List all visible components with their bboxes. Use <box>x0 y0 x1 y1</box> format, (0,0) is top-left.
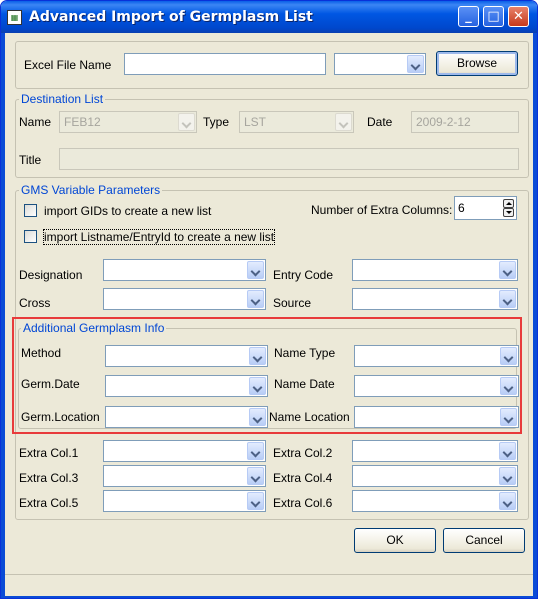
title-input <box>59 148 519 170</box>
chevron-down-icon[interactable] <box>247 492 264 510</box>
chevron-down-icon[interactable] <box>499 467 516 485</box>
list-name-value: FEB12 <box>64 115 101 129</box>
designation-label: Designation <box>19 268 83 282</box>
status-bar <box>5 574 533 596</box>
ok-button[interactable]: OK <box>354 528 436 553</box>
highlight-box <box>12 317 522 434</box>
entry-code-select[interactable] <box>352 259 518 281</box>
excel-file-input[interactable] <box>124 53 326 75</box>
extra-col-2-label: Extra Col.2 <box>273 446 333 460</box>
chevron-down-icon[interactable] <box>499 290 516 308</box>
extra-col-6-select[interactable] <box>352 490 518 512</box>
import-listname-label[interactable]: import Listname/EntryId to create a new … <box>42 229 276 245</box>
chevron-down-icon[interactable] <box>247 261 264 279</box>
name-label: Name <box>19 115 52 129</box>
title-label: Title <box>19 153 42 167</box>
window-title: Advanced Import of Germplasm List <box>29 9 313 25</box>
cross-label: Cross <box>19 296 51 310</box>
extra-col-4-select[interactable] <box>352 465 518 487</box>
close-button[interactable]: ✕ <box>508 6 529 27</box>
chevron-down-icon[interactable] <box>499 442 516 460</box>
maximize-button[interactable]: □ <box>483 6 504 27</box>
extra-col-1-select[interactable] <box>103 440 266 462</box>
date-input: 2009-2-12 <box>411 111 519 133</box>
minimize-icon: _ <box>465 9 472 24</box>
browse-button[interactable]: Browse <box>436 51 518 76</box>
designation-select[interactable] <box>103 259 266 281</box>
cross-select[interactable] <box>103 288 266 310</box>
extra-col-6-label: Extra Col.6 <box>273 496 333 510</box>
spin-down-icon[interactable] <box>503 208 514 217</box>
chevron-down-icon <box>178 113 195 131</box>
extra-col-2-select[interactable] <box>352 440 518 462</box>
type-label: Type <box>203 115 230 129</box>
import-gids-label[interactable]: import GIDs to create a new list <box>44 204 211 218</box>
list-name-select: FEB12 <box>59 111 197 133</box>
list-type-value: LST <box>244 115 267 129</box>
chevron-down-icon <box>335 113 352 131</box>
extra-col-3-select[interactable] <box>103 465 266 487</box>
chevron-down-icon[interactable] <box>407 55 424 73</box>
import-gids-checkbox[interactable] <box>24 204 37 217</box>
date-label: Date <box>367 115 393 129</box>
extra-columns-label: Number of Extra Columns: <box>311 203 453 217</box>
close-icon: ✕ <box>513 9 524 24</box>
title-bar[interactable]: ▦ Advanced Import of Germplasm List _ □ … <box>1 1 537 33</box>
maximize-icon: □ <box>487 9 500 24</box>
app-icon: ▦ <box>7 10 22 25</box>
import-listname-checkbox[interactable] <box>24 230 37 243</box>
chevron-down-icon[interactable] <box>247 290 264 308</box>
sheet-select[interactable] <box>334 53 426 75</box>
entry-code-label: Entry Code <box>273 268 334 282</box>
extra-columns-value: 6 <box>458 201 465 215</box>
extra-col-1-label: Extra Col.1 <box>19 446 79 460</box>
extra-col-4-label: Extra Col.4 <box>273 471 333 485</box>
excel-file-label: Excel File Name <box>24 58 112 72</box>
chevron-down-icon[interactable] <box>499 492 516 510</box>
source-label: Source <box>273 296 312 310</box>
window-frame-right <box>533 33 537 598</box>
gms-legend: GMS Variable Parameters <box>19 183 163 197</box>
extra-columns-spinner[interactable]: 6 <box>454 196 517 220</box>
chevron-down-icon[interactable] <box>247 467 264 485</box>
extra-col-3-label: Extra Col.3 <box>19 471 79 485</box>
window-frame-left <box>1 33 5 598</box>
list-type-select: LST <box>239 111 354 133</box>
dialog-window: ▦ Advanced Import of Germplasm List _ □ … <box>0 0 538 599</box>
extra-col-5-label: Extra Col.5 <box>19 496 79 510</box>
extra-col-5-select[interactable] <box>103 490 266 512</box>
chevron-down-icon[interactable] <box>247 442 264 460</box>
chevron-down-icon[interactable] <box>499 261 516 279</box>
spin-up-icon[interactable] <box>503 199 514 208</box>
source-select[interactable] <box>352 288 518 310</box>
cancel-button[interactable]: Cancel <box>443 528 525 553</box>
minimize-button[interactable]: _ <box>458 6 479 27</box>
destination-legend: Destination List <box>19 92 106 106</box>
